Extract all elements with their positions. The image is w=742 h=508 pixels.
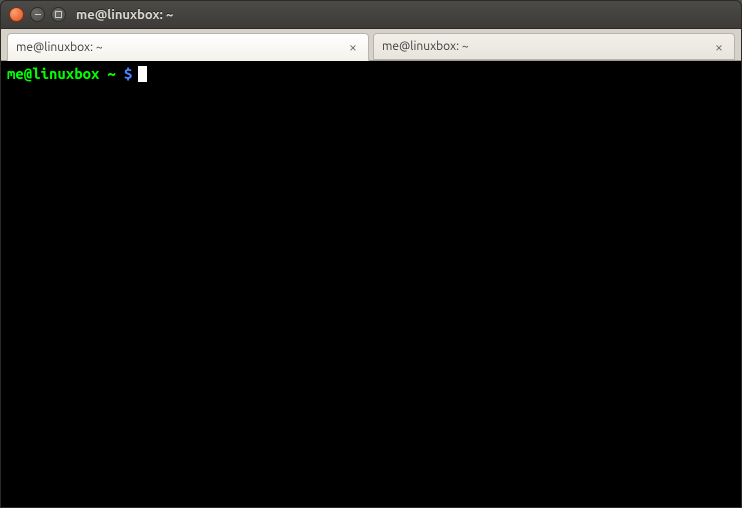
prompt-path: ~: [107, 65, 115, 83]
close-tab-icon[interactable]: ×: [712, 40, 726, 54]
close-icon[interactable]: [9, 7, 24, 22]
tabbar: me@linuxbox: ~ × me@linuxbox: ~ ×: [1, 29, 741, 61]
tab-1[interactable]: me@linuxbox: ~ ×: [7, 33, 369, 61]
window-title: me@linuxbox: ~: [76, 8, 173, 22]
maximize-icon[interactable]: [51, 7, 66, 22]
window-controls: [9, 7, 66, 22]
terminal-body[interactable]: me@linuxbox ~ $: [1, 61, 741, 507]
titlebar[interactable]: me@linuxbox: ~: [1, 1, 741, 29]
prompt-userhost: me@linuxbox: [7, 65, 99, 83]
terminal-window: me@linuxbox: ~ me@linuxbox: ~ × me@linux…: [0, 0, 742, 508]
tab-label: me@linuxbox: ~: [16, 41, 346, 54]
tab-2[interactable]: me@linuxbox: ~ ×: [373, 33, 735, 60]
prompt-symbol: $: [124, 65, 132, 83]
cursor-icon: [138, 66, 147, 82]
tab-label: me@linuxbox: ~: [382, 40, 712, 53]
close-tab-icon[interactable]: ×: [346, 40, 360, 54]
minimize-icon[interactable]: [30, 7, 45, 22]
prompt-line: me@linuxbox ~ $: [7, 65, 735, 83]
